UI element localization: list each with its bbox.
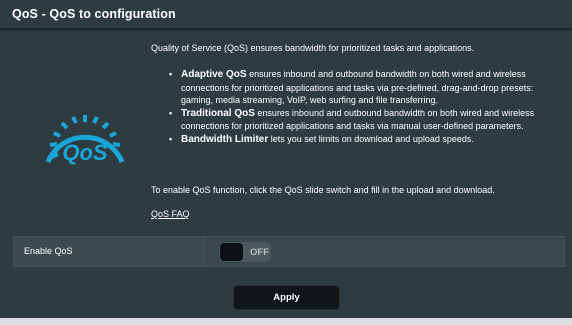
toggle-knob — [220, 243, 243, 261]
qos-faq-link[interactable]: QoS FAQ — [151, 208, 190, 221]
enable-qos-row: Enable QoS OFF — [13, 236, 565, 267]
qos-feature-list: Adaptive QoS ensures inbound and outboun… — [169, 68, 549, 146]
svg-text:QoS: QoS — [62, 140, 108, 165]
enable-qos-label-cell: Enable QoS — [14, 237, 205, 266]
page-title: QoS - QoS to configuration — [12, 7, 176, 21]
enable-instructions: To enable QoS function, click the QoS sl… — [151, 185, 495, 195]
enable-qos-label: Enable QoS — [24, 246, 73, 256]
list-item-bandwidth-limiter: Bandwidth Limiter lets you set limits on… — [169, 133, 549, 147]
feature-text: lets you set limits on download and uplo… — [268, 133, 474, 144]
list-item-adaptive-qos: Adaptive QoS ensures inbound and outboun… — [169, 68, 549, 107]
enable-qos-toggle[interactable]: OFF — [219, 242, 271, 262]
feature-title: Bandwidth Limiter — [181, 133, 269, 145]
feature-title: Adaptive QoS — [181, 69, 247, 80]
qos-panel: QoS - QoS to configuration QoS Quality o… — [0, 0, 572, 318]
title-divider — [0, 28, 572, 30]
feature-title: Traditional QoS — [181, 107, 255, 119]
apply-button[interactable]: Apply — [233, 285, 340, 310]
qos-intro-text: Quality of Service (QoS) ensures bandwid… — [151, 43, 475, 53]
list-item-traditional-qos: Traditional QoS ensures inbound and outb… — [169, 107, 549, 133]
qos-speedometer-icon: QoS — [45, 115, 125, 165]
toggle-state-label: OFF — [250, 247, 269, 258]
